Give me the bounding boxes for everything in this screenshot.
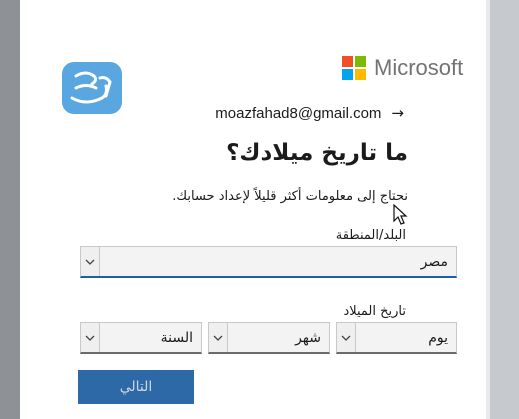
day-select[interactable]: يوم [336, 322, 457, 354]
page-description: نحتاج إلى معلومات أكثر قليلاً لإعداد حسا… [172, 189, 408, 204]
watermark-logo [62, 62, 122, 114]
month-value: شهر [295, 330, 321, 346]
next-button[interactable]: التالي [78, 370, 194, 404]
country-value: مصر [420, 254, 448, 270]
brand-name: Microsoft [374, 55, 464, 80]
chevron-down-icon [209, 323, 228, 352]
country-label: البلد/المنطقة [335, 228, 406, 243]
day-value: يوم [428, 330, 448, 346]
year-value: السنة [160, 330, 193, 346]
background-right [486, 0, 519, 419]
chevron-down-icon [81, 323, 100, 352]
background-left [0, 0, 20, 419]
chevron-down-icon [337, 323, 356, 352]
signup-card: Microsoft moazfahad8@gmail.com → ما تاري… [20, 0, 486, 419]
account-email: moazfahad8@gmail.com [215, 104, 382, 122]
watermark-glyph-icon [70, 71, 112, 104]
birthdate-label: تاريخ الميلاد [343, 304, 406, 319]
microsoft-logo-icon [342, 56, 366, 80]
arrow-right-icon: → [391, 104, 404, 122]
page-title: ما تاريخ ميلادك؟ [226, 140, 408, 166]
account-identity[interactable]: moazfahad8@gmail.com → [215, 104, 404, 122]
year-select[interactable]: السنة [80, 322, 202, 354]
month-select[interactable]: شهر [208, 322, 330, 354]
mouse-cursor-icon [393, 204, 408, 225]
country-select[interactable]: مصر [80, 246, 457, 278]
chevron-down-icon [81, 247, 100, 276]
card-edge [486, 0, 490, 419]
